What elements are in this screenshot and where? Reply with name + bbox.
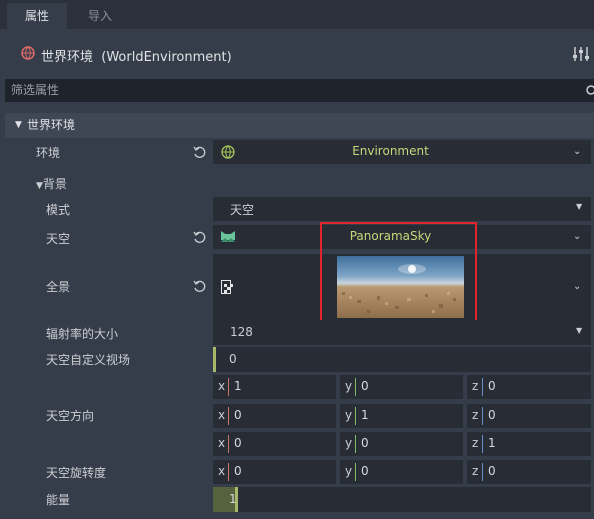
- dropdown-arrow-icon: ▼: [576, 326, 583, 335]
- custom-fov-value: 0: [229, 352, 237, 366]
- radiance-size-value: 128: [230, 325, 253, 339]
- orientation-r3-z[interactable]: z1: [467, 432, 591, 456]
- orientation-r1-y[interactable]: y0: [340, 375, 463, 399]
- mode-label: 模式: [46, 203, 71, 217]
- section-label: 世界环境: [27, 118, 76, 132]
- sub-section-label: 背景: [42, 177, 67, 191]
- orientation-r2-y[interactable]: y1: [340, 404, 463, 428]
- collapse-arrow-icon: ▼: [36, 181, 43, 191]
- texture-icon: [221, 280, 233, 294]
- chevron-down-icon[interactable]: ⌄: [573, 146, 581, 157]
- sky-orientation-label: 天空方向: [46, 409, 95, 423]
- revert-icon[interactable]: [193, 279, 207, 293]
- custom-fov-label: 天空自定义视场: [46, 353, 131, 367]
- radiance-size-label: 辐射率的大小: [46, 327, 119, 341]
- custom-fov-field[interactable]: 0: [213, 347, 591, 372]
- environment-label: 环境: [36, 146, 61, 160]
- sky-label: 天空: [46, 232, 71, 246]
- rotation-z[interactable]: z0: [467, 460, 591, 484]
- sliders-icon[interactable]: [572, 45, 590, 63]
- panorama-label: 全景: [46, 280, 71, 294]
- mode-select[interactable]: 天空 ▼: [213, 197, 591, 221]
- filter-properties-input[interactable]: 筛选属性: [5, 79, 594, 102]
- revert-icon[interactable]: [193, 230, 207, 244]
- sub-section-background[interactable]: ▼背景: [36, 173, 67, 195]
- node-title-row: 世界环境 (WorldEnvironment): [0, 38, 594, 70]
- search-icon: [585, 84, 594, 97]
- tab-import[interactable]: 导入: [74, 3, 126, 29]
- orientation-r1-x[interactable]: x1: [213, 375, 336, 399]
- chevron-down-icon[interactable]: ⌄: [573, 281, 581, 292]
- fov-bar: [213, 347, 216, 372]
- orientation-r2-z[interactable]: z0: [467, 404, 591, 428]
- highlight-box: [320, 222, 477, 325]
- world-environment-icon: [21, 46, 35, 60]
- node-title: 世界环境 (WorldEnvironment): [41, 50, 232, 65]
- tab-inspector[interactable]: 属性: [7, 3, 67, 29]
- sky-rotation-label: 天空旋转度: [46, 466, 107, 480]
- environment-resource-field[interactable]: Environment ⌄: [213, 140, 591, 164]
- orientation-r3-y[interactable]: y0: [340, 432, 463, 456]
- energy-field[interactable]: 1: [213, 487, 591, 512]
- energy-value: 1: [229, 492, 237, 506]
- orientation-r3-x[interactable]: x0: [213, 432, 336, 456]
- rotation-y[interactable]: y0: [340, 460, 463, 484]
- orientation-r1-z[interactable]: z0: [467, 375, 591, 399]
- revert-icon[interactable]: [193, 145, 207, 159]
- orientation-r2-x[interactable]: x0: [213, 404, 336, 428]
- rotation-x[interactable]: x0: [213, 460, 336, 484]
- energy-label: 能量: [46, 493, 71, 507]
- environment-value: Environment: [352, 144, 429, 158]
- chevron-down-icon[interactable]: ⌄: [573, 231, 581, 242]
- collapse-arrow-icon: ▼: [15, 120, 22, 130]
- section-world-environment[interactable]: ▼ 世界环境: [5, 113, 594, 138]
- mode-value: 天空: [230, 203, 255, 217]
- radiance-size-select[interactable]: 128 ▼: [213, 320, 591, 345]
- dropdown-arrow-icon: ▼: [576, 202, 583, 211]
